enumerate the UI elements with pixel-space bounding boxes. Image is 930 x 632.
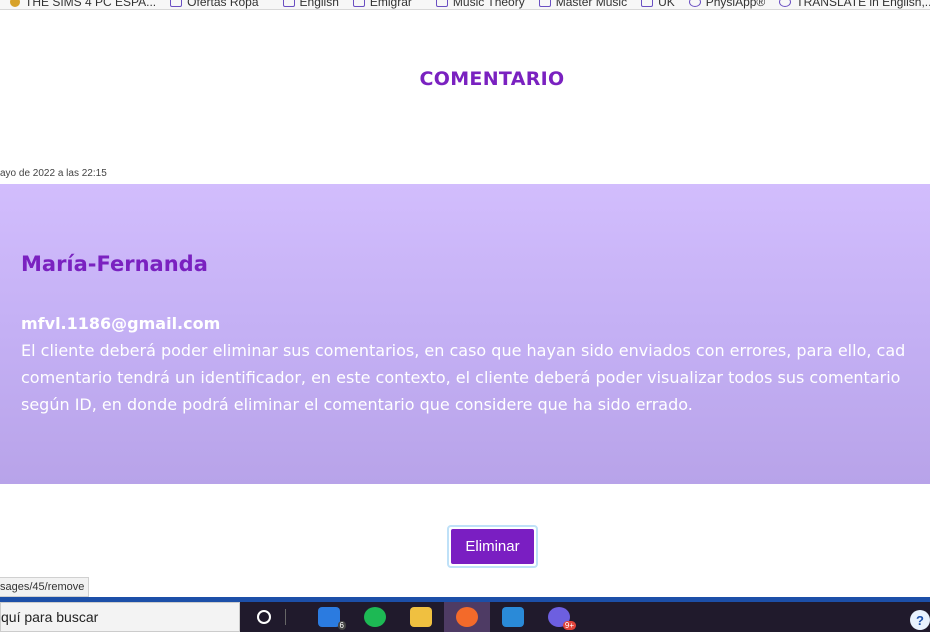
folder-icon xyxy=(641,0,654,7)
delete-button[interactable]: Eliminar xyxy=(451,529,534,564)
folder-icon xyxy=(170,0,183,7)
comment-card: María-Fernanda mfvl.1186@gmail.com El cl… xyxy=(0,184,930,484)
mail-app-button[interactable]: 6 xyxy=(306,602,352,632)
globe-icon xyxy=(779,0,792,7)
chrome-app-button[interactable]: 9+ xyxy=(536,602,582,632)
comment-body-line: según ID, en donde podrá eliminar el com… xyxy=(21,395,693,414)
comment-author-email: mfvl.1186@gmail.com xyxy=(21,314,221,333)
page-title: COMENTARIO xyxy=(419,68,565,90)
comment-body-line: El cliente deberá poder eliminar sus com… xyxy=(21,341,906,360)
firefox-app-button[interactable] xyxy=(444,602,490,632)
taskbar-separator xyxy=(285,609,286,625)
folder-icon xyxy=(435,0,448,7)
folder-icon xyxy=(538,0,551,7)
bookmark-label: Master Music xyxy=(555,0,628,9)
comment-timestamp: ayo de 2022 a las 22:15 xyxy=(0,168,107,179)
firefox-icon xyxy=(456,607,478,627)
bookmark-ofertas-ropa[interactable]: Ofertas Ropa xyxy=(170,0,259,9)
bookmark-label: TRANSLATE in English,... xyxy=(796,0,930,9)
status-url-tooltip: sages/45/remove xyxy=(0,577,90,597)
vscode-app-button[interactable] xyxy=(490,602,536,632)
mail-badge: 6 xyxy=(337,621,346,630)
sims-icon xyxy=(10,0,20,7)
bookmark-physiapp[interactable]: PhysiApp® xyxy=(688,0,766,9)
comment-body: El cliente deberá poder eliminar sus com… xyxy=(21,337,930,418)
bookmark-master-music[interactable]: Master Music xyxy=(538,0,628,9)
bookmarks-bar: THE SIMS 4 PC ESPA... Ofertas Ropa Engli… xyxy=(0,0,930,10)
comment-body-line: comentario tendrá un identificador, en e… xyxy=(21,368,901,387)
bookmark-label: Music Theory xyxy=(452,0,525,9)
mail-icon xyxy=(318,607,340,627)
folder-icon xyxy=(282,0,295,7)
bookmark-music-theory[interactable]: Music Theory xyxy=(435,0,525,9)
bookmark-label: THE SIMS 4 PC ESPA... xyxy=(25,0,157,9)
bookmark-uk[interactable]: UK xyxy=(641,0,675,9)
bookmark-sims[interactable]: THE SIMS 4 PC ESPA... xyxy=(10,0,156,9)
taskbar: quí para buscar 6 9+ ? xyxy=(0,602,930,632)
globe-icon xyxy=(688,0,701,7)
spotify-app-button[interactable] xyxy=(352,602,398,632)
cortana-icon[interactable] xyxy=(257,610,271,624)
taskbar-search-placeholder: quí para buscar xyxy=(1,609,99,625)
delete-button-focus-ring: Eliminar xyxy=(447,525,538,568)
bookmark-label: Emigrar xyxy=(369,0,412,9)
bookmark-label: Ofertas Ropa xyxy=(187,0,259,9)
bookmark-english[interactable]: English xyxy=(282,0,339,9)
vscode-icon xyxy=(502,607,524,627)
chrome-badge: 9+ xyxy=(562,621,576,630)
file-explorer-button[interactable] xyxy=(398,602,444,632)
spotify-icon xyxy=(364,607,386,627)
bookmark-label: English xyxy=(299,0,339,9)
bookmark-translate[interactable]: TRANSLATE in English,... xyxy=(779,0,930,9)
taskbar-search-box[interactable]: quí para buscar xyxy=(0,602,240,632)
folder-icon xyxy=(410,607,432,627)
help-icon[interactable]: ? xyxy=(910,610,930,630)
bookmark-label: UK xyxy=(658,0,675,9)
comment-author-name: María-Fernanda xyxy=(21,252,208,276)
bookmark-label: PhysiApp® xyxy=(705,0,766,9)
bookmark-emigrar[interactable]: Emigrar xyxy=(352,0,412,9)
folder-icon xyxy=(352,0,365,7)
